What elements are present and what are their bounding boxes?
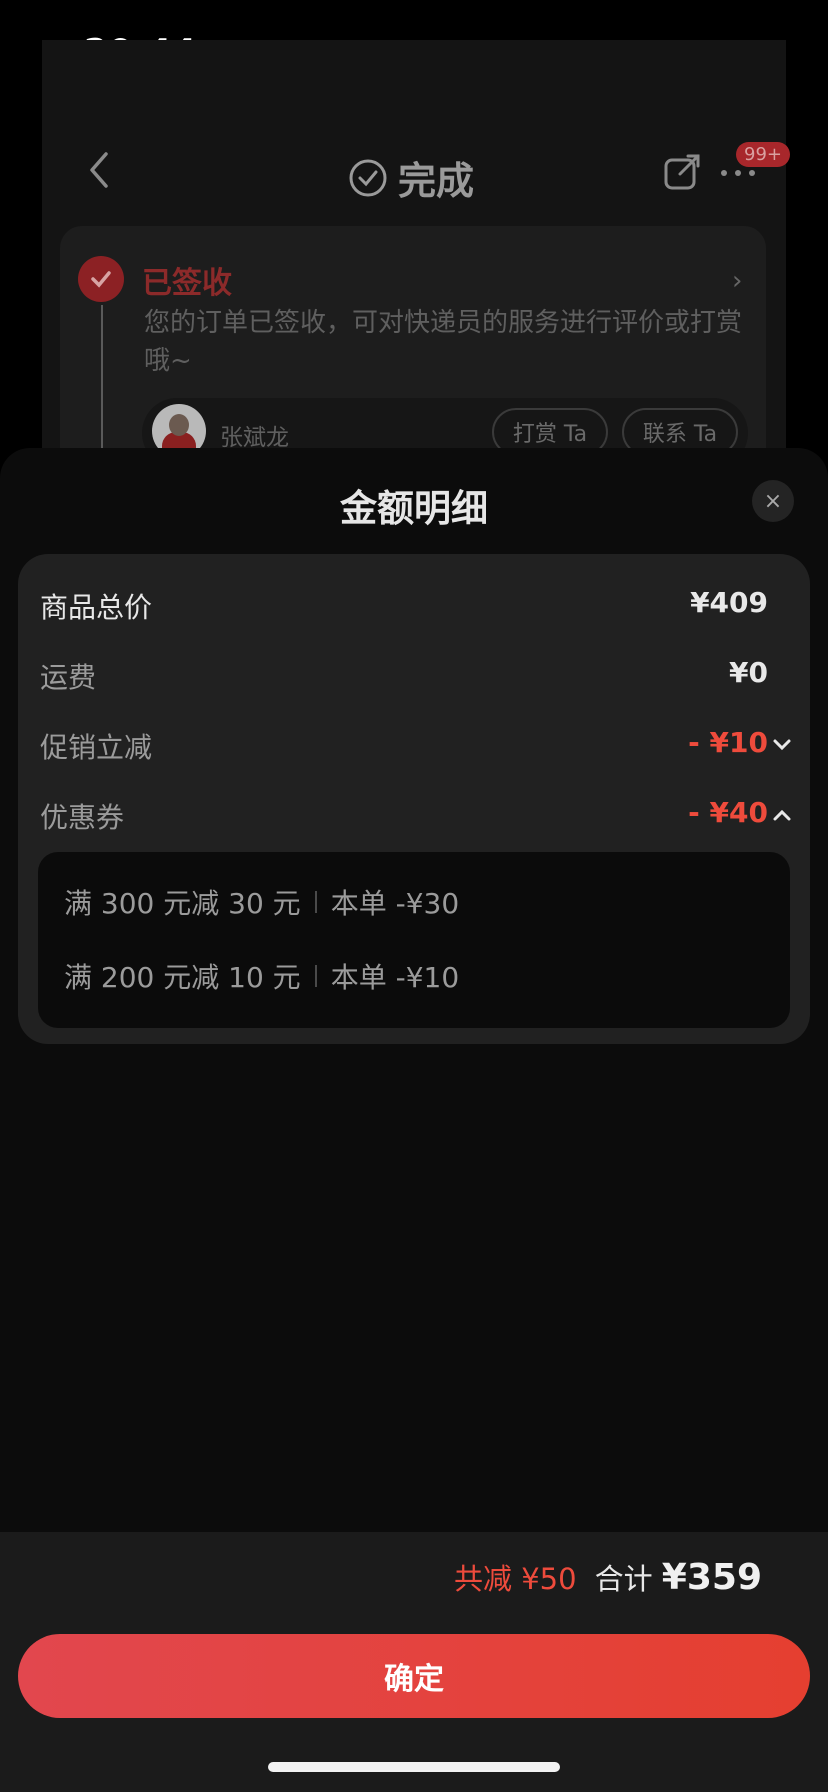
coupon-list	[38, 852, 790, 1028]
home-indicator	[268, 1762, 560, 1772]
courier-name: 张斌龙	[220, 425, 289, 451]
coupon-item: 满 200 元减 10 元 本单 -¥10	[64, 956, 459, 996]
coupon-item: 满 300 元减 30 元 本单 -¥30	[64, 882, 459, 922]
divider	[314, 891, 317, 913]
sum-label-text: 合计	[594, 1562, 653, 1596]
row-value-goods-total: ¥409	[690, 586, 768, 619]
page-title: 完成	[348, 150, 474, 205]
sheet-title: 金额明细	[340, 487, 488, 530]
chevron-down-icon[interactable]	[772, 738, 792, 752]
notification-badge: 99+	[736, 142, 790, 167]
coupon-rule: 满 200 元减 10 元	[64, 961, 301, 994]
check-circle-icon	[349, 159, 387, 196]
sum-label: 合计 ¥359	[595, 1556, 762, 1598]
coupon-applied: 本单 -¥30	[330, 887, 460, 920]
coupon-rule: 满 300 元减 30 元	[64, 887, 301, 920]
status-title: 已签收	[142, 266, 232, 301]
close-icon: ×	[763, 488, 783, 514]
row-label-shipping: 运费	[40, 661, 97, 694]
close-button[interactable]: ×	[752, 480, 794, 522]
row-value-promotion[interactable]: - ¥10	[688, 726, 768, 759]
coupon-applied: 本单 -¥10	[330, 961, 460, 994]
row-value-coupon[interactable]: - ¥40	[688, 796, 768, 829]
chevron-right-icon[interactable]: ›	[732, 266, 742, 296]
divider	[314, 965, 317, 987]
row-label-coupon: 优惠券	[40, 801, 125, 834]
status-description: 您的订单已签收，可对快递员的服务进行评价或打赏哦~	[144, 308, 743, 376]
row-value-shipping: ¥0	[729, 656, 768, 689]
share-icon[interactable]	[662, 152, 702, 192]
back-icon[interactable]	[86, 150, 112, 190]
page-title-text: 完成	[398, 159, 475, 203]
confirm-button[interactable]: 确定	[18, 1634, 810, 1718]
row-label-promotion: 促销立减	[40, 731, 153, 764]
totals: 共减 ¥50 合计 ¥359	[454, 1556, 762, 1598]
row-label-goods-total: 商品总价	[40, 591, 153, 624]
signed-check-icon	[78, 256, 124, 302]
chevron-up-icon[interactable]	[772, 808, 792, 822]
sum-value: ¥359	[661, 1557, 762, 1598]
timeline-line	[101, 305, 103, 455]
total-reduction: 共减 ¥50	[453, 1562, 577, 1596]
